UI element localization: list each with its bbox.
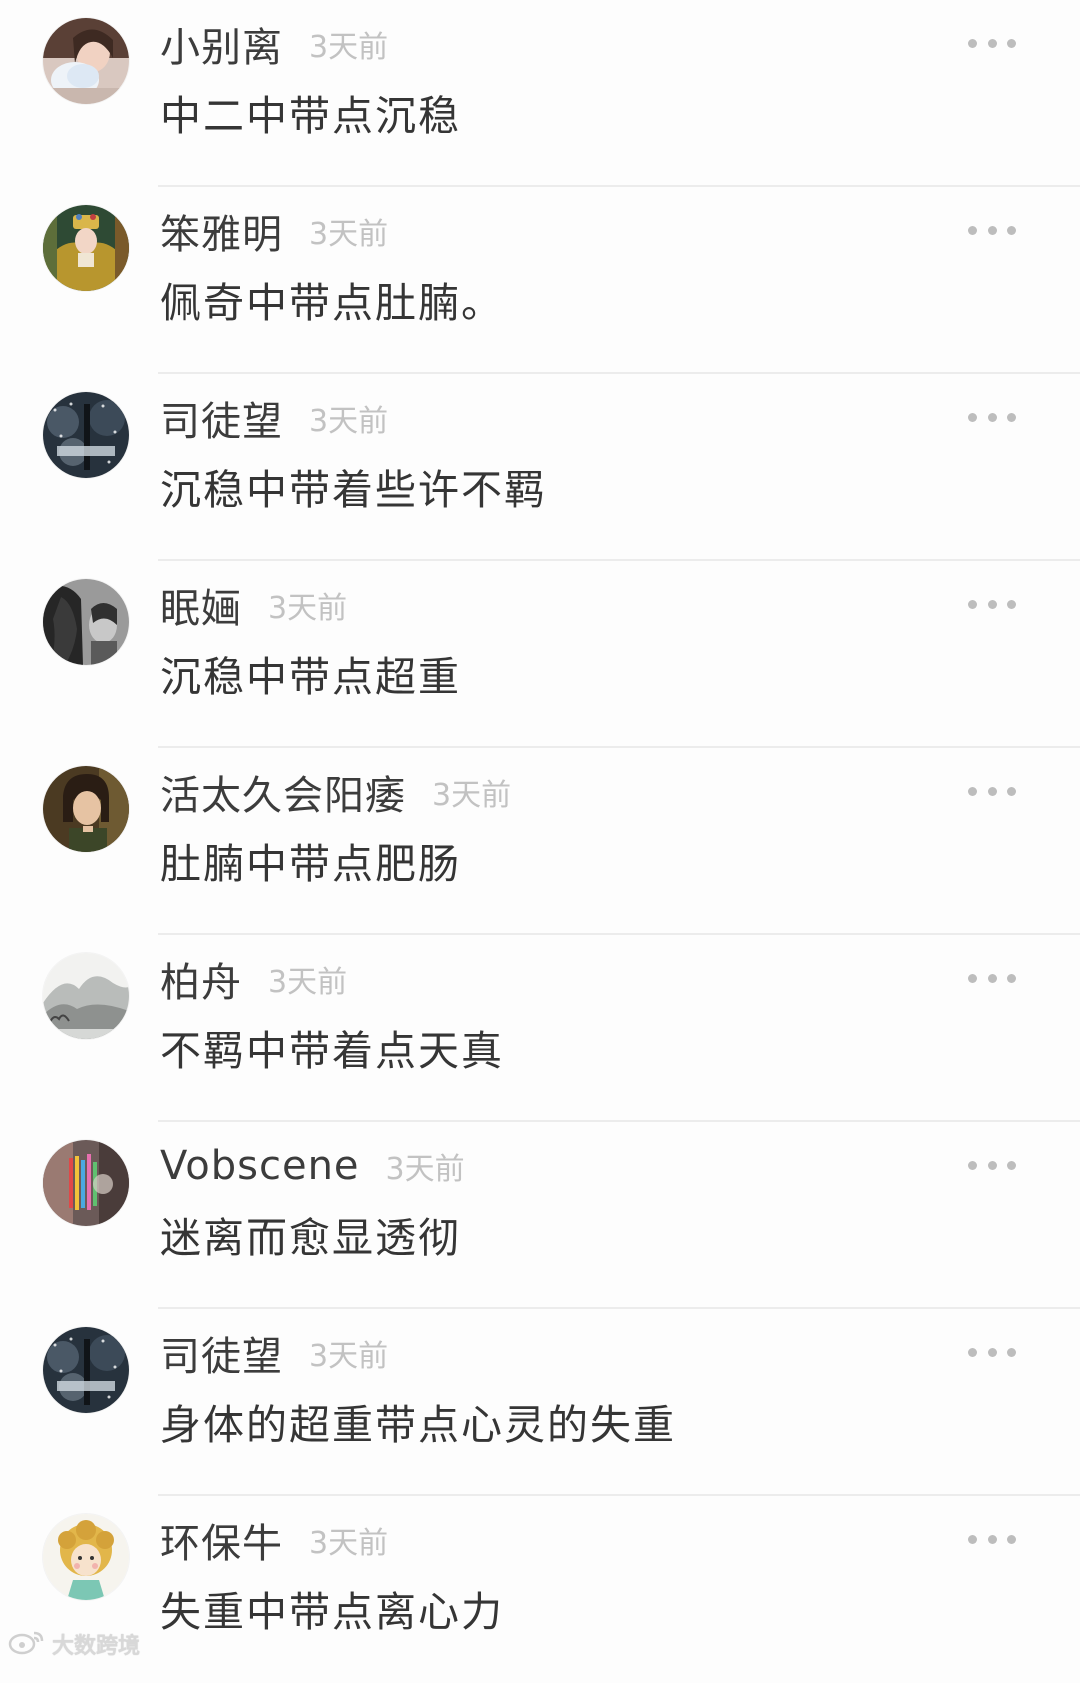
avatar[interactable] (43, 953, 129, 1039)
dot (968, 599, 977, 609)
username[interactable]: 活太久会阳痿 (160, 763, 406, 821)
dot (968, 973, 977, 983)
dot (1007, 225, 1016, 235)
weibo-logo-icon (8, 1629, 46, 1660)
dot (968, 225, 977, 235)
more-dots-icon[interactable] (968, 30, 1016, 56)
username[interactable]: Vobscene (160, 1143, 360, 1189)
timestamp: 3天前 (309, 217, 389, 252)
watermark: 大数跨境 (8, 1628, 140, 1660)
timestamp: 3天前 (268, 591, 348, 626)
film-girl-avatar (43, 766, 129, 852)
girl-photo-avatar (43, 18, 129, 104)
comment-item: 柏舟 3天前 不羁中带着点天真 (0, 935, 1080, 1122)
timestamp: 3天前 (268, 965, 348, 1000)
more-dots-icon[interactable] (968, 1152, 1016, 1178)
username[interactable]: 小别离 (160, 15, 283, 73)
avatar[interactable] (43, 1327, 129, 1413)
dot (987, 1347, 997, 1357)
comment-item: 环保牛 3天前 失重中带点离心力 (0, 1496, 1080, 1683)
dot (987, 599, 997, 609)
dot (1007, 973, 1016, 983)
dot (987, 1534, 997, 1544)
timestamp: 3天前 (432, 778, 512, 813)
comment-text: 沉稳中带着些许不羁 (160, 466, 547, 514)
comment-item: 眠婳 3天前 沉稳中带点超重 (0, 561, 1080, 748)
dot (987, 412, 997, 422)
dot (968, 786, 977, 796)
comment-item: 司徒望 3天前 身体的超重带点心灵的失重 (0, 1309, 1080, 1496)
snow-tree-avatar (43, 1327, 129, 1413)
more-dots-icon[interactable] (968, 1339, 1016, 1365)
username[interactable]: 环保牛 (160, 1511, 283, 1569)
dot (987, 1160, 997, 1170)
more-dots-icon[interactable] (968, 1526, 1016, 1552)
dot (968, 412, 977, 422)
ink-landscape-avatar (43, 953, 129, 1039)
avatar[interactable] (43, 1514, 129, 1600)
comment-text: 肚腩中带点肥肠 (160, 840, 461, 888)
comment-text: 中二中带点沉稳 (160, 92, 461, 140)
cartoon-child-avatar (43, 1514, 129, 1600)
colorful-lights-avatar (43, 1140, 129, 1226)
dot (1007, 1534, 1016, 1544)
timestamp: 3天前 (385, 1152, 465, 1187)
more-dots-icon[interactable] (968, 217, 1016, 243)
avatar[interactable] (43, 766, 129, 852)
dot (987, 786, 997, 796)
comment-list: 小别离 3天前 中二中带点沉稳 笨雅明 3天前 佩奇中带点肚腩。 司徒望 3天前… (0, 0, 1080, 1683)
avatar[interactable] (43, 579, 129, 665)
username[interactable]: 眠婳 (160, 576, 242, 634)
more-dots-icon[interactable] (968, 778, 1016, 804)
comment-text: 佩奇中带点肚腩。 (160, 279, 504, 327)
avatar[interactable] (43, 392, 129, 478)
avatar[interactable] (43, 205, 129, 291)
horse-portrait-avatar (43, 579, 129, 665)
comment-item: 小别离 3天前 中二中带点沉稳 (0, 0, 1080, 187)
avatar[interactable] (43, 18, 129, 104)
comment-text: 失重中带点离心力 (160, 1588, 504, 1636)
dot (987, 38, 997, 48)
timestamp: 3天前 (309, 404, 389, 439)
more-dots-icon[interactable] (968, 591, 1016, 617)
comment-item: 笨雅明 3天前 佩奇中带点肚腩。 (0, 187, 1080, 374)
dot (968, 1534, 977, 1544)
comment-item: 活太久会阳痿 3天前 肚腩中带点肥肠 (0, 748, 1080, 935)
dot (1007, 412, 1016, 422)
dot (1007, 599, 1016, 609)
watermark-text: 大数跨境 (52, 1634, 141, 1659)
dot (987, 973, 997, 983)
timestamp: 3天前 (309, 1526, 389, 1561)
username[interactable]: 柏舟 (160, 950, 242, 1008)
dot (987, 225, 997, 235)
timestamp: 3天前 (309, 1339, 389, 1374)
dot (968, 38, 977, 48)
dot (1007, 786, 1016, 796)
comment-text: 不羁中带着点天真 (160, 1027, 504, 1075)
username[interactable]: 司徒望 (160, 1324, 283, 1382)
comment-text: 沉稳中带点超重 (160, 653, 461, 701)
opera-performer-avatar (43, 205, 129, 291)
comment-item: Vobscene 3天前 迷离而愈显透彻 (0, 1122, 1080, 1309)
avatar[interactable] (43, 1140, 129, 1226)
username[interactable]: 司徒望 (160, 389, 283, 447)
comment-text: 迷离而愈显透彻 (160, 1214, 461, 1262)
dot (1007, 38, 1016, 48)
more-dots-icon[interactable] (968, 965, 1016, 991)
dot (968, 1160, 977, 1170)
dot (968, 1347, 977, 1357)
timestamp: 3天前 (309, 30, 389, 65)
comment-item: 司徒望 3天前 沉稳中带着些许不羁 (0, 374, 1080, 561)
snow-tree-avatar (43, 392, 129, 478)
dot (1007, 1160, 1016, 1170)
dot (1007, 1347, 1016, 1357)
comment-text: 身体的超重带点心灵的失重 (160, 1401, 676, 1449)
username[interactable]: 笨雅明 (160, 202, 283, 260)
more-dots-icon[interactable] (968, 404, 1016, 430)
